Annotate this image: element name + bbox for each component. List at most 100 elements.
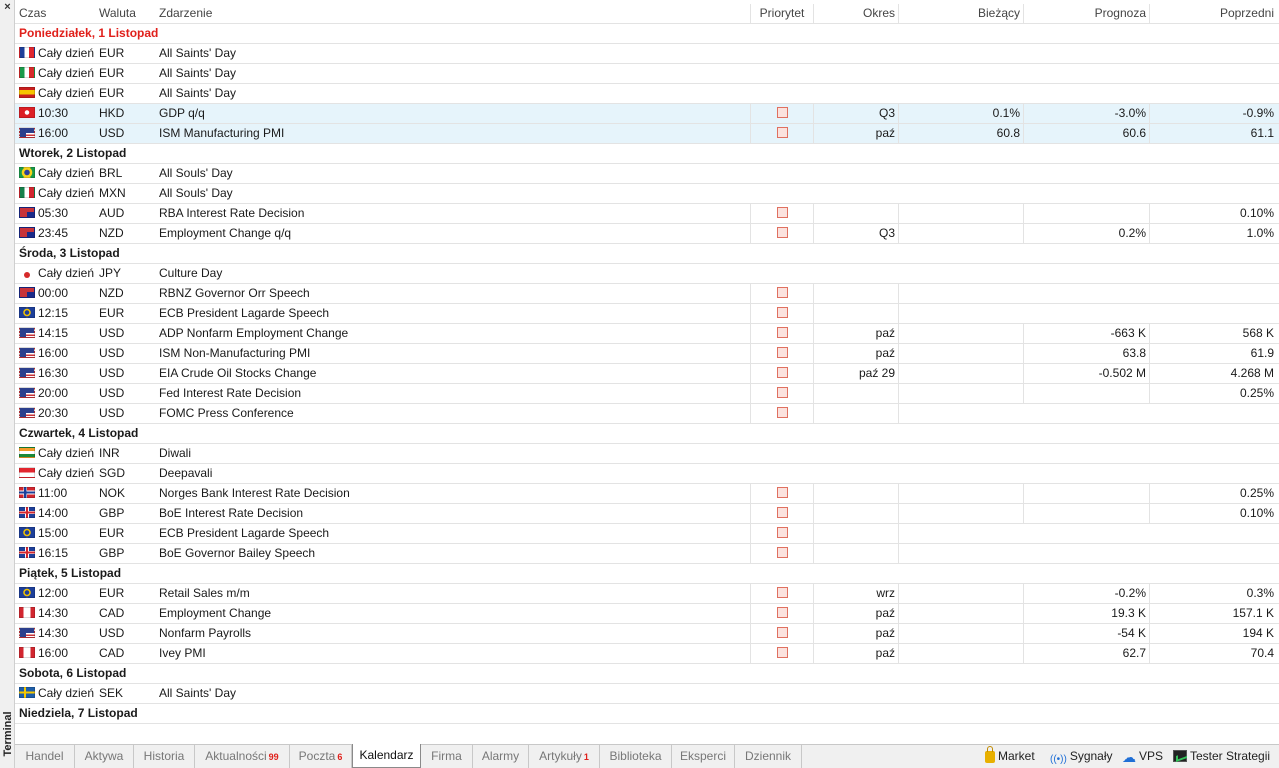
tab-alarmy[interactable]: Alarmy [473,745,529,768]
table-row[interactable]: 16:15 GBP BoE Governor Bailey Speech [15,544,1279,564]
priority-flag-icon[interactable] [776,367,788,378]
event-name[interactable]: EIA Crude Oil Stocks Change [155,364,751,383]
event-name[interactable]: Nonfarm Payrolls [155,624,751,643]
tab-firma[interactable]: Firma [421,745,473,768]
header-actual[interactable]: Bieżący [899,4,1024,23]
event-name[interactable]: All Saints' Day [155,64,751,83]
priority-flag-icon[interactable] [776,627,788,638]
priority-flag-icon[interactable] [776,287,788,298]
table-row[interactable]: Cały dzień BRL All Souls' Day [15,164,1279,184]
market-button[interactable]: Market [985,745,1035,768]
table-row[interactable]: 16:00 USD ISM Non-Manufacturing PMI paź 63.8… [15,344,1279,364]
table-row[interactable]: 16:00 USD ISM Manufacturing PMI paź 60.8 60.6… [15,124,1279,144]
tab-biblioteka[interactable]: Biblioteka [600,745,672,768]
table-row[interactable]: Cały dzień INR Diwali [15,444,1279,464]
table-row[interactable]: Cały dzień MXN All Souls' Day [15,184,1279,204]
event-name[interactable]: ISM Manufacturing PMI [155,124,751,143]
header-time[interactable]: Czas [15,4,95,23]
priority-flag-icon[interactable] [776,327,788,338]
signals-button[interactable]: ((•)) Sygnały [1050,745,1113,768]
table-row[interactable]: 05:30 AUD RBA Interest Rate Decision 0.10% [15,204,1279,224]
header-forecast[interactable]: Prognoza [1024,4,1150,23]
header-period[interactable]: Okres [814,4,899,23]
event-name[interactable]: All Saints' Day [155,84,751,103]
tab-eksperci[interactable]: Eksperci [672,745,735,768]
event-name[interactable]: Employment Change [155,604,751,623]
event-name[interactable]: Ivey PMI [155,644,751,663]
priority-flag-icon[interactable] [776,607,788,618]
event-name[interactable]: All Saints' Day [155,684,751,703]
table-row[interactable]: 16:30 USD EIA Crude Oil Stocks Change paź 2… [15,364,1279,384]
priority-flag-icon[interactable] [776,347,788,358]
event-name[interactable]: ISM Non-Manufacturing PMI [155,344,751,363]
event-name[interactable]: Norges Bank Interest Rate Decision [155,484,751,503]
event-name[interactable]: All Souls' Day [155,184,751,203]
priority-flag-icon[interactable] [776,507,788,518]
tab-dziennik[interactable]: Dziennik [735,745,802,768]
event-name[interactable]: All Souls' Day [155,164,751,183]
tab-aktywa[interactable]: Aktywa [75,745,134,768]
priority-flag-icon[interactable] [776,647,788,658]
close-icon[interactable]: × [2,1,13,13]
table-row[interactable]: 15:00 EUR ECB President Lagarde Speech [15,524,1279,544]
event-name[interactable]: RBA Interest Rate Decision [155,204,751,223]
header-event[interactable]: Zdarzenie [155,4,751,23]
event-name[interactable]: BoE Interest Rate Decision [155,504,751,523]
event-name[interactable]: Fed Interest Rate Decision [155,384,751,403]
event-name[interactable]: Employment Change q/q [155,224,751,243]
table-row[interactable]: Cały dzień JPY Culture Day [15,264,1279,284]
priority-flag-icon[interactable] [776,407,788,418]
event-name[interactable]: Retail Sales m/m [155,584,751,603]
table-row[interactable]: 14:30 USD Nonfarm Payrolls paź -54 K 194 K [15,624,1279,644]
tab-historia[interactable]: Historia [134,745,195,768]
priority-flag-icon[interactable] [776,387,788,398]
event-name[interactable]: All Saints' Day [155,44,751,63]
event-name[interactable]: Culture Day [155,264,751,283]
header-previous[interactable]: Poprzedni [1150,4,1278,23]
table-row[interactable]: 14:00 GBP BoE Interest Rate Decision 0.10% [15,504,1279,524]
table-row[interactable]: Cały dzień EUR All Saints' Day [15,44,1279,64]
priority-flag-icon[interactable] [776,227,788,238]
priority-flag-icon[interactable] [776,547,788,558]
table-row[interactable]: 20:30 USD FOMC Press Conference [15,404,1279,424]
tab-poczta[interactable]: Poczta 6 [290,745,352,768]
priority-flag-icon[interactable] [776,207,788,218]
tab-kalendarz[interactable]: Kalendarz [352,744,421,768]
table-row[interactable]: 12:00 EUR Retail Sales m/m wrz -0.2% 0.3% [15,584,1279,604]
strategy-tester-button[interactable]: Tester Strategii [1173,745,1270,768]
table-row[interactable]: Cały dzień SGD Deepavali [15,464,1279,484]
priority-flag-icon[interactable] [776,307,788,318]
event-name[interactable]: ECB President Lagarde Speech [155,304,751,323]
header-currency[interactable]: Waluta [95,4,155,23]
event-name[interactable]: GDP q/q [155,104,751,123]
event-name[interactable]: Deepavali [155,464,751,483]
table-row[interactable]: Cały dzień EUR All Saints' Day [15,64,1279,84]
event-name[interactable]: Diwali [155,444,751,463]
table-row[interactable]: 20:00 USD Fed Interest Rate Decision 0.25% [15,384,1279,404]
event-name[interactable]: FOMC Press Conference [155,404,751,423]
event-name[interactable]: ECB President Lagarde Speech [155,524,751,543]
tab-artykuły[interactable]: Artykuły 1 [529,745,600,768]
vps-button[interactable]: ☁ VPS [1122,745,1163,768]
table-row[interactable]: 23:45 NZD Employment Change q/q Q3 0.2% 1.0% [15,224,1279,244]
priority-flag-icon[interactable] [776,107,788,118]
priority-flag-icon[interactable] [776,127,788,138]
table-row[interactable]: 16:00 CAD Ivey PMI paź 62.7 70.4 [15,644,1279,664]
priority-flag-icon[interactable] [776,587,788,598]
tab-aktualności[interactable]: Aktualności 99 [195,745,290,768]
table-row[interactable]: Cały dzień SEK All Saints' Day [15,684,1279,704]
tab-handel[interactable]: Handel [15,745,75,768]
table-row[interactable]: 00:00 NZD RBNZ Governor Orr Speech [15,284,1279,304]
table-row[interactable]: 14:30 CAD Employment Change paź 19.3 K 157.1 … [15,604,1279,624]
event-name[interactable]: BoE Governor Bailey Speech [155,544,751,563]
event-name[interactable]: ADP Nonfarm Employment Change [155,324,751,343]
priority-flag-icon[interactable] [776,487,788,498]
event-name[interactable]: RBNZ Governor Orr Speech [155,284,751,303]
table-row[interactable]: Cały dzień EUR All Saints' Day [15,84,1279,104]
header-priority[interactable]: Priorytet [751,4,814,23]
table-row[interactable]: 11:00 NOK Norges Bank Interest Rate Decisi… [15,484,1279,504]
table-row[interactable]: 14:15 USD ADP Nonfarm Employment Change paź… [15,324,1279,344]
table-row[interactable]: 10:30 HKD GDP q/q Q3 0.1% -3.0% -0.9% [15,104,1279,124]
table-row[interactable]: 12:15 EUR ECB President Lagarde Speech [15,304,1279,324]
priority-flag-icon[interactable] [776,527,788,538]
